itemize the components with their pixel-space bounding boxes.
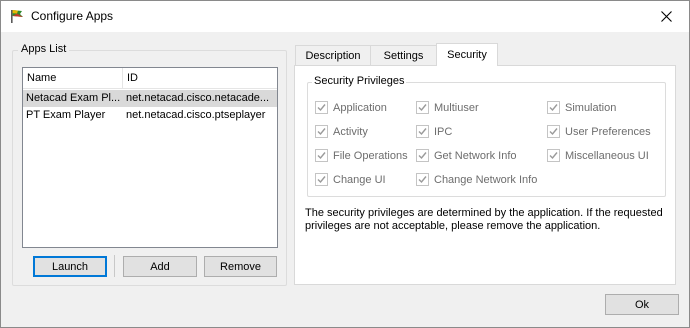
security-privileges-label: Security Privileges [312,75,407,88]
app-name-cell: Netacad Exam Pl... [26,92,120,104]
privilege-label: Application [333,101,387,114]
privilege-label: Change UI [333,173,386,186]
launch-button[interactable]: Launch [33,256,107,277]
tab-settings[interactable]: Settings [370,45,437,65]
privilege-get-network-info[interactable]: Get Network Info [416,149,517,162]
list-item[interactable]: PT Exam Player net.netacad.cisco.ptsepla… [23,107,277,124]
security-note: The security privileges are determined b… [305,207,673,233]
close-icon [660,11,672,22]
privilege-ipc[interactable]: IPC [416,125,452,138]
close-button[interactable] [643,1,689,32]
apps-list-label: Apps List [18,43,70,56]
privilege-user-preferences[interactable]: User Preferences [547,125,651,138]
ok-button[interactable]: Ok [605,294,679,315]
remove-button[interactable]: Remove [204,256,277,277]
privilege-miscellaneous-ui[interactable]: Miscellaneous UI [547,149,649,162]
button-separator [114,255,115,277]
privilege-simulation[interactable]: Simulation [547,101,616,114]
checkbox-checked-icon [416,101,429,114]
privilege-label: Activity [333,125,368,138]
app-id-cell: net.netacad.cisco.ptseplayer [126,109,266,121]
security-note-line-1: The security privileges are determined b… [305,207,663,219]
privilege-label: Miscellaneous UI [565,149,649,162]
privilege-label: File Operations [333,149,408,162]
security-note-line-2: privileges are not acceptable, please re… [305,220,601,232]
privilege-multiuser[interactable]: Multiuser [416,101,479,114]
checkbox-checked-icon [315,173,328,186]
privilege-activity[interactable]: Activity [315,125,368,138]
list-item[interactable]: Netacad Exam Pl... net.netacad.cisco.net… [23,90,277,107]
privilege-application[interactable]: Application [315,101,387,114]
privilege-label: Change Network Info [434,173,538,186]
window-title: Configure Apps [31,9,114,23]
apps-list-view[interactable]: Name ID Netacad Exam Pl... net.netacad.c… [22,67,278,248]
app-name-cell: PT Exam Player [26,109,106,121]
column-header-id[interactable]: ID [123,68,277,89]
checkbox-checked-icon [547,149,560,162]
add-button[interactable]: Add [123,256,197,277]
column-header-name[interactable]: Name [23,68,123,89]
privilege-label: Simulation [565,101,617,114]
checkbox-checked-icon [315,101,328,114]
privilege-label: User Preferences [565,125,651,138]
checkbox-checked-icon [547,125,560,138]
checkbox-checked-icon [416,173,429,186]
privilege-change-network-info[interactable]: Change Network Info [416,173,537,186]
checkbox-checked-icon [315,149,328,162]
app-id-cell: net.netacad.cisco.netacade... [126,92,270,104]
checkbox-checked-icon [547,101,560,114]
checkbox-checked-icon [416,149,429,162]
privilege-label: IPC [434,125,453,138]
privilege-label: Get Network Info [434,149,517,162]
title-bar[interactable]: Configure Apps [1,1,689,32]
configure-apps-window: Configure Apps Apps List Name ID Netacad… [0,0,690,328]
tab-security[interactable]: Security [436,43,498,66]
list-header: Name ID [23,68,277,89]
privilege-file-operations[interactable]: File Operations [315,149,408,162]
privilege-label: Multiuser [434,101,479,114]
app-flag-icon [9,8,25,24]
checkbox-checked-icon [315,125,328,138]
tab-description[interactable]: Description [295,45,371,65]
privilege-change-ui[interactable]: Change UI [315,173,386,186]
checkbox-checked-icon [416,125,429,138]
